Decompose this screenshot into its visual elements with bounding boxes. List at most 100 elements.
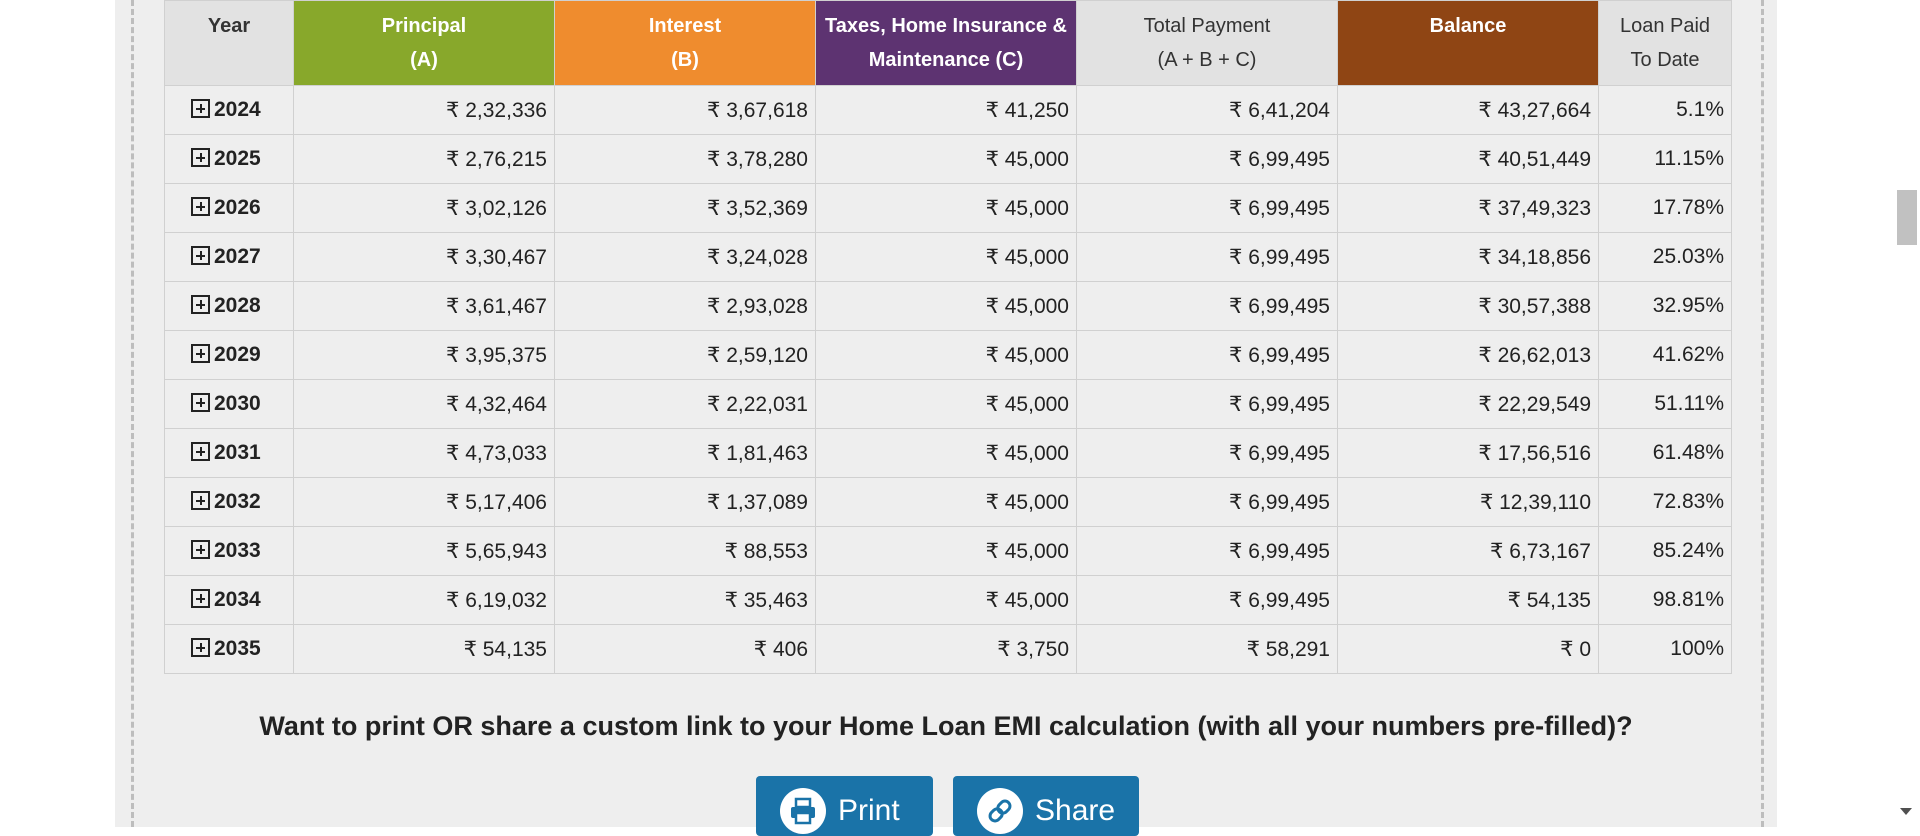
header-taxes-line2: Maintenance (C) — [868, 49, 1024, 71]
expand-plus-icon[interactable] — [191, 540, 210, 559]
year-cell[interactable]: 2030 — [164, 379, 294, 429]
table-row: 2032 ₹ 5,17,406 ₹ 1,37,089 ₹ 45,000 ₹ 6,99,4… — [164, 477, 1732, 527]
paid-cell: 51.11% — [1598, 379, 1732, 429]
scrollbar-track[interactable] — [1897, 0, 1920, 827]
share-button-label: Share — [1035, 794, 1116, 827]
year-cell[interactable]: 2035 — [164, 624, 294, 674]
table-row: 2027 ₹ 3,30,467 ₹ 3,24,028 ₹ 45,000 ₹ 6,99,4… — [164, 232, 1732, 282]
balance-cell: ₹ 30,57,388 — [1337, 281, 1599, 331]
header-interest-line2: (B) — [671, 49, 699, 71]
year-label: 2032 — [214, 490, 261, 513]
total-cell: ₹ 6,41,204 — [1076, 85, 1338, 135]
balance-cell: ₹ 40,51,449 — [1337, 134, 1599, 184]
year-cell[interactable]: 2029 — [164, 330, 294, 380]
interest-cell: ₹ 2,59,120 — [554, 330, 816, 380]
year-label: 2035 — [214, 637, 261, 660]
panel-dashed-border-right — [1761, 0, 1764, 827]
balance-cell: ₹ 0 — [1337, 624, 1599, 674]
expand-plus-icon[interactable] — [191, 442, 210, 461]
expand-plus-icon[interactable] — [191, 589, 210, 608]
total-cell: ₹ 6,99,495 — [1076, 183, 1338, 233]
table-row: 2024 ₹ 2,32,336 ₹ 3,67,618 ₹ 41,250 ₹ 6,41,2… — [164, 85, 1732, 135]
balance-cell: ₹ 43,27,664 — [1337, 85, 1599, 135]
header-year-label: Year — [207, 15, 251, 37]
paid-cell: 85.24% — [1598, 526, 1732, 576]
year-cell[interactable]: 2034 — [164, 575, 294, 625]
table-header-row: Year Principal (A) Interest (B) Taxes, H… — [164, 0, 1732, 86]
year-label: 2024 — [214, 98, 261, 121]
link-icon — [977, 788, 1023, 834]
share-button[interactable]: Share — [953, 776, 1139, 836]
paid-cell: 32.95% — [1598, 281, 1732, 331]
header-principal-line2: (A) — [410, 49, 438, 71]
year-cell[interactable]: 2026 — [164, 183, 294, 233]
header-interest: Interest (B) — [554, 0, 816, 86]
taxes-cell: ₹ 45,000 — [815, 526, 1077, 576]
total-cell: ₹ 6,99,495 — [1076, 379, 1338, 429]
total-cell: ₹ 6,99,495 — [1076, 330, 1338, 380]
scroll-down-arrow-icon[interactable] — [1900, 808, 1912, 815]
paid-cell: 17.78% — [1598, 183, 1732, 233]
balance-cell: ₹ 54,135 — [1337, 575, 1599, 625]
header-balance-label: Balance — [1429, 15, 1507, 37]
expand-plus-icon[interactable] — [191, 246, 210, 265]
print-button-label: Print — [838, 794, 900, 827]
expand-plus-icon[interactable] — [191, 491, 210, 510]
paid-cell: 72.83% — [1598, 477, 1732, 527]
interest-cell: ₹ 88,553 — [554, 526, 816, 576]
year-label: 2033 — [214, 539, 261, 562]
scrollbar-thumb[interactable] — [1897, 190, 1917, 245]
principal-cell: ₹ 54,135 — [293, 624, 555, 674]
print-button[interactable]: Print — [756, 776, 933, 836]
print-share-prompt: Want to print OR share a custom link to … — [259, 711, 1633, 741]
balance-cell: ₹ 26,62,013 — [1337, 330, 1599, 380]
expand-plus-icon[interactable] — [191, 638, 210, 657]
year-cell[interactable]: 2024 — [164, 85, 294, 135]
table-row: 2026 ₹ 3,02,126 ₹ 3,52,369 ₹ 45,000 ₹ 6,99,4… — [164, 183, 1732, 233]
header-year: Year — [164, 0, 294, 86]
expand-plus-icon[interactable] — [191, 295, 210, 314]
interest-cell: ₹ 35,463 — [554, 575, 816, 625]
panel-dashed-border-left — [131, 0, 134, 827]
year-cell[interactable]: 2027 — [164, 232, 294, 282]
expand-plus-icon[interactable] — [191, 197, 210, 216]
header-total-payment: Total Payment (A + B + C) — [1076, 0, 1338, 86]
year-label: 2030 — [214, 392, 261, 415]
year-cell[interactable]: 2031 — [164, 428, 294, 478]
principal-cell: ₹ 5,65,943 — [293, 526, 555, 576]
year-cell[interactable]: 2032 — [164, 477, 294, 527]
expand-plus-icon[interactable] — [191, 148, 210, 167]
total-cell: ₹ 6,99,495 — [1076, 134, 1338, 184]
balance-cell: ₹ 37,49,323 — [1337, 183, 1599, 233]
principal-cell: ₹ 2,76,215 — [293, 134, 555, 184]
interest-cell: ₹ 3,67,618 — [554, 85, 816, 135]
taxes-cell: ₹ 45,000 — [815, 575, 1077, 625]
year-cell[interactable]: 2033 — [164, 526, 294, 576]
taxes-cell: ₹ 45,000 — [815, 281, 1077, 331]
total-cell: ₹ 6,99,495 — [1076, 232, 1338, 282]
amortization-table: Year Principal (A) Interest (B) Taxes, H… — [164, 0, 1732, 674]
table-row: 2033 ₹ 5,65,943 ₹ 88,553 ₹ 45,000 ₹ 6,99,495… — [164, 526, 1732, 576]
total-cell: ₹ 6,99,495 — [1076, 575, 1338, 625]
principal-cell: ₹ 3,95,375 — [293, 330, 555, 380]
total-cell: ₹ 6,99,495 — [1076, 281, 1338, 331]
total-cell: ₹ 58,291 — [1076, 624, 1338, 674]
header-taxes: Taxes, Home Insurance & Maintenance (C) — [815, 0, 1077, 86]
year-label: 2029 — [214, 343, 261, 366]
expand-plus-icon[interactable] — [191, 344, 210, 363]
interest-cell: ₹ 2,93,028 — [554, 281, 816, 331]
header-total-line2: (A + B + C) — [1157, 49, 1257, 71]
principal-cell: ₹ 3,30,467 — [293, 232, 555, 282]
paid-cell: 100% — [1598, 624, 1732, 674]
principal-cell: ₹ 5,17,406 — [293, 477, 555, 527]
table-row: 2034 ₹ 6,19,032 ₹ 35,463 ₹ 45,000 ₹ 6,99,495… — [164, 575, 1732, 625]
total-cell: ₹ 6,99,495 — [1076, 477, 1338, 527]
paid-cell: 61.48% — [1598, 428, 1732, 478]
year-cell[interactable]: 2028 — [164, 281, 294, 331]
year-cell[interactable]: 2025 — [164, 134, 294, 184]
balance-cell: ₹ 22,29,549 — [1337, 379, 1599, 429]
year-label: 2026 — [214, 196, 261, 219]
expand-plus-icon[interactable] — [191, 99, 210, 118]
expand-plus-icon[interactable] — [191, 393, 210, 412]
header-paid-line2: To Date — [1630, 49, 1700, 71]
